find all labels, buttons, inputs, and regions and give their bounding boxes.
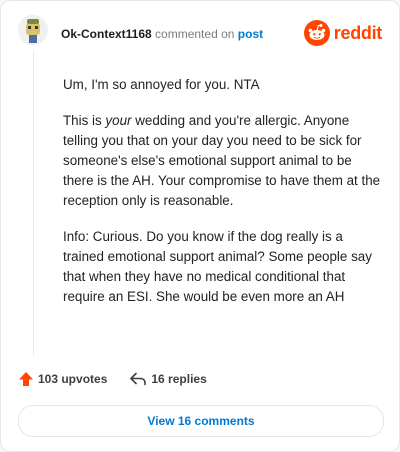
- upvote-stat[interactable]: 103 upvotes: [18, 371, 107, 387]
- upvote-arrow-icon: [19, 372, 33, 386]
- thread-line: [33, 51, 34, 356]
- reddit-wordmark: reddit: [333, 22, 383, 43]
- view-comments-button[interactable]: View 16 comments: [18, 405, 384, 437]
- reddit-snoo-icon: [303, 20, 330, 46]
- post-link[interactable]: post: [238, 27, 263, 41]
- comment-body: Um, I'm so annoyed for you. NTA This is …: [63, 75, 381, 323]
- reply-icon: [130, 372, 147, 386]
- comment-stats: 103 upvotes 16 replies: [18, 371, 207, 387]
- action-text: commented on: [155, 27, 235, 41]
- comment-paragraph: Info: Curious. Do you know if the dog re…: [63, 229, 372, 304]
- upvote-count: 103 upvotes: [38, 372, 108, 386]
- username-link[interactable]: Ok-Context1168: [61, 27, 152, 41]
- comment-card: Ok-Context1168 commented on post reddit …: [0, 0, 400, 452]
- reply-stat[interactable]: 16 replies: [129, 372, 207, 386]
- reply-count: 16 replies: [151, 372, 207, 386]
- comment-header: Ok-Context1168 commented on post: [61, 27, 263, 41]
- reddit-logo[interactable]: reddit: [303, 20, 383, 46]
- comment-paragraph: This is your wedding and you're allergic…: [63, 113, 381, 208]
- comment-paragraph: Um, I'm so annoyed for you. NTA: [63, 77, 260, 92]
- user-avatar-icon[interactable]: [18, 15, 48, 45]
